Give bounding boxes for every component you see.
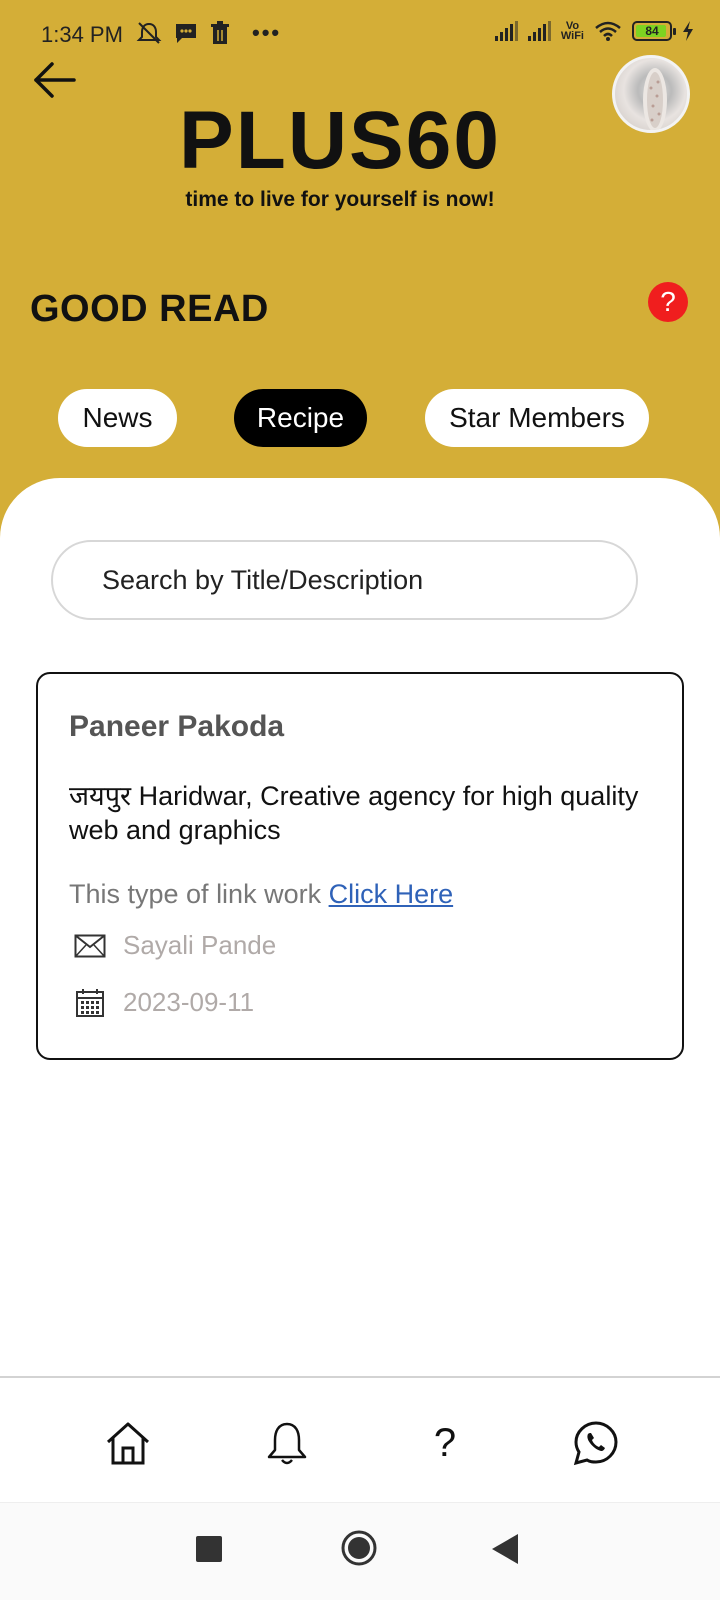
nav-whatsapp[interactable] [571,1418,621,1468]
arrow-left-icon [34,62,76,98]
search-input[interactable] [51,540,638,620]
card-author-row: Sayali Pande [74,930,276,961]
recipe-card[interactable]: Paneer Pakoda जयपुर Haridwar, Creative a… [36,672,684,1060]
back-button[interactable] [32,60,78,100]
card-link-prefix: This type of link work [69,879,329,909]
nav-help[interactable]: ? [420,1418,470,1468]
signal-icon [494,21,518,41]
tab-recipe[interactable]: Recipe [234,389,367,447]
page-title: GOOD READ [30,288,269,330]
card-description: जयपुर Haridwar, Creative agency for high… [69,781,639,845]
card-date-row: 2023-09-11 [74,987,254,1018]
card-title: Paneer Pakoda [69,710,285,743]
triangle-back-icon [492,1534,518,1564]
status-time: 1:34 PM [41,22,123,47]
battery-icon: 84 [632,21,676,41]
tab-star-members[interactable]: Star Members [425,389,649,447]
bottom-nav: ? [0,1378,720,1502]
tab-news[interactable]: News [58,389,177,447]
message-icon [176,24,196,43]
back-system-button[interactable] [492,1534,518,1569]
mail-icon [74,934,106,957]
recents-button[interactable] [196,1536,222,1567]
logo-text: PLUS60 [179,95,501,186]
card-author: Sayali Pande [123,930,277,960]
more-icon: ••• [252,20,282,45]
whatsapp-icon [573,1421,618,1466]
nav-notifications[interactable] [262,1418,312,1468]
home-system-button[interactable] [340,1529,378,1572]
calendar-icon [76,988,104,1017]
logo-tagline: time to live for yourself is now! [185,188,495,211]
bell-icon [267,1422,307,1465]
card-link-line: This type of link work Click Here [69,879,453,910]
app-logo: PLUS60 time to live for yourself is now! [160,95,520,212]
trash-icon [211,21,229,44]
circle-icon [341,1530,377,1566]
profile-avatar[interactable] [612,55,690,133]
charging-icon [683,21,693,41]
system-nav-bar [0,1502,720,1600]
status-bar: 1:34 PM ••• Vo WiFi 84 [0,0,720,70]
signal-icon-2 [527,21,551,41]
click-here-link[interactable]: Click Here [329,879,454,909]
card-date: 2023-09-11 [123,987,255,1017]
vowifi-icon: Vo WiFi [560,20,584,42]
wifi-icon [595,21,621,41]
category-tabs: News Recipe Star Members [0,389,720,449]
nav-home[interactable] [103,1418,153,1468]
help-button[interactable]: ? [648,282,688,322]
square-icon [196,1536,222,1562]
header-background [0,0,720,560]
home-icon [106,1422,150,1465]
mute-icon [136,22,162,44]
